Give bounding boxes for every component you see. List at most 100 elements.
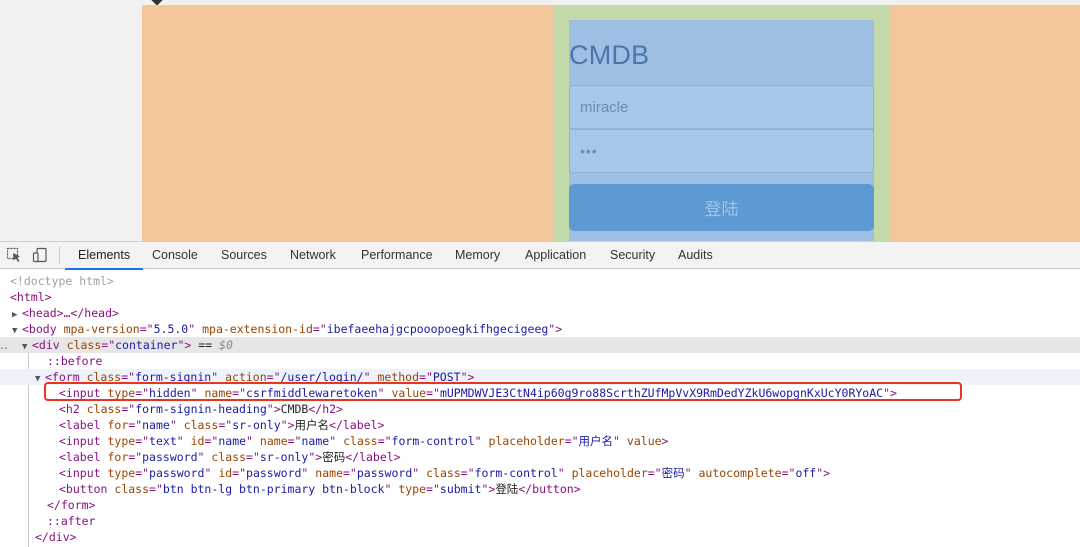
dom-node-form-close[interactable]: </form> — [0, 497, 1080, 513]
device-toolbar-icon[interactable] — [32, 247, 48, 263]
dom-node-form[interactable]: ▼ <form class="form-signin" action="/user… — [0, 369, 1080, 385]
attribute-name: method — [377, 370, 420, 384]
attribute-name: class — [183, 418, 219, 432]
attribute-quote: " — [684, 466, 692, 480]
attribute-name: class — [66, 338, 102, 352]
attribute-quote: =" — [218, 418, 233, 432]
attribute-quote: " — [377, 386, 385, 400]
tag-name: <div — [32, 338, 60, 352]
attribute-quote: =" — [343, 466, 357, 480]
element-text: 登陆 — [495, 482, 519, 496]
more-options-icon[interactable]: ‥ — [0, 337, 8, 353]
dom-node-after[interactable]: ::after — [0, 513, 1080, 529]
attribute-quote: =" — [647, 466, 662, 480]
tab-elements[interactable]: Elements — [64, 242, 144, 270]
attribute-name: mpa-extension-id — [202, 322, 313, 336]
attribute-quote: " — [557, 466, 565, 480]
dom-node-label-password[interactable]: <label for="password" class="sr-only">密码… — [0, 449, 1080, 465]
dom-node-body[interactable]: ▼ <body mpa-version="5.5.0" mpa-extension… — [0, 321, 1080, 337]
attribute-name: class — [114, 482, 150, 496]
tag-name: <h2 — [59, 402, 80, 416]
attribute-name: mpa-version — [63, 322, 140, 336]
dom-element-markup: <h2 class="form-signin-heading">CMDB</h2… — [59, 402, 343, 416]
attribute-value: submit — [439, 482, 482, 496]
attribute-quote: =" — [246, 450, 260, 464]
attribute-quote: =" — [128, 418, 143, 432]
attribute-name: class — [343, 434, 378, 448]
tab-network[interactable]: Network — [290, 242, 336, 269]
attribute-quote: " — [363, 370, 371, 384]
attribute-name: for — [107, 450, 129, 464]
dom-node-label-name[interactable]: <label for="name" class="sr-only">用户名</l… — [0, 417, 1080, 433]
dom-node-input-text[interactable]: <input type="text" id="name" name="name"… — [0, 433, 1080, 449]
closing-tag: </label> — [329, 418, 385, 432]
attribute-quote: " — [176, 434, 184, 448]
tab-sources[interactable]: Sources — [221, 242, 267, 269]
attribute-name: type — [398, 482, 427, 496]
attribute-value: btn btn-lg btn-primary btn-block — [162, 482, 385, 496]
attribute-quote: =" — [121, 402, 136, 416]
dom-node-button[interactable]: <button class="btn btn-lg btn-primary bt… — [0, 481, 1080, 497]
username-input[interactable]: miracle — [569, 85, 874, 129]
attribute-name: autocomplete — [698, 466, 782, 480]
tab-security[interactable]: Security — [610, 242, 655, 269]
devtools-toolbar: Elements Console Sources Network Perform… — [0, 242, 1080, 270]
attribute-name: class — [211, 450, 247, 464]
inspect-element-icon[interactable] — [6, 247, 22, 263]
password-input[interactable]: ••• — [569, 129, 874, 173]
attribute-value: hidden — [149, 386, 191, 400]
attribute-quote: =" — [135, 386, 150, 400]
tag-close: > — [823, 466, 831, 480]
attribute-value: form-control — [474, 466, 558, 480]
attribute-value: csrfmiddlewaretoken — [246, 386, 378, 400]
dom-node-head[interactable]: ▶ <head>…</head> — [0, 305, 1080, 321]
attribute-quote: =" — [149, 482, 163, 496]
attribute-quote: =" — [135, 466, 150, 480]
attribute-quote: =" — [101, 338, 116, 352]
tab-application[interactable]: Application — [525, 242, 586, 269]
dom-element-markup: <input type="password" id="password" nam… — [59, 466, 830, 480]
attribute-quote: =" — [266, 370, 281, 384]
login-button[interactable]: 登陆 — [569, 184, 874, 231]
attribute-name: for — [107, 418, 129, 432]
dom-node-html[interactable]: <html> — [0, 289, 1080, 305]
attribute-name: value — [626, 434, 662, 448]
page-title: CMDB — [569, 40, 650, 70]
attribute-quote: =" — [121, 370, 136, 384]
attribute-name: action — [225, 370, 267, 384]
tab-memory[interactable]: Memory — [455, 242, 500, 269]
dom-node-doctype[interactable]: <!doctype html> — [0, 273, 1080, 289]
attribute-quote: " — [474, 434, 482, 448]
closing-tag: </label> — [345, 450, 401, 464]
attribute-value: container — [115, 338, 178, 352]
element-text: 用户名 — [294, 418, 330, 432]
attribute-value: POST — [432, 370, 461, 384]
dom-element-markup: <button class="btn btn-lg btn-primary bt… — [59, 482, 581, 496]
attribute-name: class — [86, 402, 122, 416]
attribute-value: 5.5.0 — [153, 322, 189, 336]
dom-node-div-close[interactable]: </div> — [0, 529, 1080, 545]
dom-node-container[interactable]: ‥ ▼ <div class="container"> == $0 — [0, 337, 1080, 353]
attribute-name: placeholder — [571, 466, 648, 480]
tab-performance[interactable]: Performance — [361, 242, 433, 269]
attribute-value: form-control — [391, 434, 475, 448]
dom-node-h2[interactable]: <h2 class="form-signin-heading">CMDB</h2… — [0, 401, 1080, 417]
dom-node-input-password[interactable]: <input type="password" id="password" nam… — [0, 465, 1080, 481]
tag-name: <input — [59, 466, 101, 480]
tag-close: > — [273, 402, 281, 416]
dom-element-markup: <input type="hidden" name="csrfmiddlewar… — [59, 386, 897, 400]
dom-element-markup: <body mpa-version="5.5.0" mpa-extension-… — [22, 322, 562, 336]
attribute-quote: " — [246, 434, 253, 448]
attribute-value: 用户名 — [578, 434, 614, 448]
tab-audits[interactable]: Audits — [678, 242, 713, 269]
tag-name: <input — [59, 434, 101, 448]
dom-node-before[interactable]: ::before — [0, 353, 1080, 369]
attribute-name: type — [107, 434, 136, 448]
dom-node-hidden-input[interactable]: <input type="hidden" name="csrfmiddlewar… — [0, 385, 1080, 401]
tab-console[interactable]: Console — [152, 242, 198, 269]
